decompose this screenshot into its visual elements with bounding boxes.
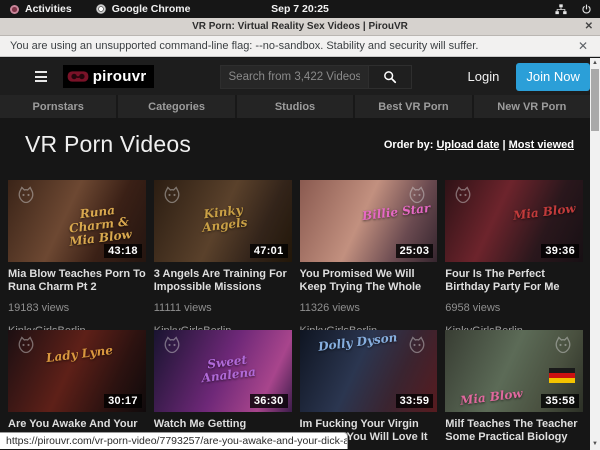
duration-badge: 43:18 [104,244,142,258]
login-link[interactable]: Login [468,69,500,84]
studio-cat-watermark-icon [162,185,182,205]
duration-badge: 36:30 [250,394,288,408]
nav-item-new-vr[interactable]: New VR Porn [474,95,590,118]
order-by-separator: | [499,139,508,151]
video-title[interactable]: 3 Angels Are Training For Impossible Mis… [154,268,292,295]
video-title[interactable]: Milf Teaches The Teacher Some Practical … [445,418,583,445]
video-thumbnail[interactable]: Mia Blow 39:36 [445,180,583,262]
thumbnail-overlay-title: Lady Lyne [45,344,113,365]
video-title[interactable]: Four Is The Perfect Birthday Party For M… [445,268,583,295]
thumbnail-overlay-title: Runa Charm & Mia Blow [57,201,141,249]
order-by-label: Order by: [384,139,434,151]
close-icon[interactable]: ✕ [585,21,593,32]
vr-goggles-icon [67,70,89,83]
scroll-up-icon[interactable] [590,58,600,68]
system-top-bar: Activities Google Chrome Sep 7 20:25 [0,0,600,18]
chrome-icon [96,4,106,14]
thumbnail-overlay-title: Mia Blow [513,202,577,223]
studio-cat-watermark-icon [553,335,573,355]
duration-badge: 47:01 [250,244,288,258]
studio-cat-watermark-icon [16,185,36,205]
page-viewport: pirouvr Login Join Now Pornstars Categor… [0,58,590,450]
join-now-button[interactable]: Join Now [516,63,590,91]
duration-badge: 39:36 [541,244,579,258]
thumbnail-overlay-title: Sweet Analena [186,351,269,387]
video-views: 6958 views [445,302,583,314]
thumbnail-overlay-title: Mia Blow [460,387,524,408]
site-header: pirouvr Login Join Now [0,58,590,95]
thumbnail-overlay-title: Kinky Angels [182,201,265,237]
studio-cat-watermark-icon [16,335,36,355]
video-views: 19183 views [8,302,146,314]
video-title[interactable]: You Promised We Will Keep Trying The Who… [300,268,438,295]
nav-item-pornstars[interactable]: Pornstars [0,95,116,118]
status-url-tooltip: https://pirouvr.com/vr-porn-video/779325… [0,432,348,449]
network-tree-icon[interactable] [555,4,567,15]
duration-badge: 25:03 [396,244,434,258]
duration-badge: 30:17 [104,394,142,408]
hamburger-menu-icon[interactable] [35,71,47,82]
nav-item-studios[interactable]: Studios [237,95,353,118]
video-grid: Runa Charm & Mia Blow 43:18 Mia Blow Tea… [0,170,590,450]
system-clock[interactable]: Sep 7 20:25 [271,3,329,15]
thumbnail-overlay-title: Dolly Dyson [317,331,398,354]
video-card[interactable]: Mia Blow 39:36 Four Is The Perfect Birth… [445,180,583,330]
video-card[interactable]: Runa Charm & Mia Blow 43:18 Mia Blow Tea… [8,180,146,330]
order-by-upload-date[interactable]: Upload date [436,139,499,151]
video-views: 11111 views [154,302,292,314]
unsupported-flag-infobar: You are using an unsupported command-lin… [0,36,600,57]
order-by: Order by: Upload date | Most viewed [384,139,574,151]
video-thumbnail[interactable]: Runa Charm & Mia Blow 43:18 [8,180,146,262]
studio-cat-watermark-icon [453,185,473,205]
activities-button[interactable]: Activities [25,3,72,15]
video-card[interactable]: Mia Blow 35:58 Milf Teaches The Teacher … [445,330,583,450]
nav-item-best-vr[interactable]: Best VR Porn [355,95,471,118]
video-views: 11326 views [300,302,438,314]
video-thumbnail[interactable]: Dolly Dyson 33:59 [300,330,438,412]
search-input[interactable] [220,65,368,89]
video-thumbnail[interactable]: Mia Blow 35:58 [445,330,583,412]
active-app-menu[interactable]: Google Chrome [112,3,191,15]
german-flag-icon [549,368,575,383]
page-title: VR Porn Videos [25,131,191,158]
studio-cat-watermark-icon [162,335,182,355]
page-head: VR Porn Videos Order by: Upload date | M… [0,118,590,170]
infobar-message: You are using an unsupported command-lin… [10,40,478,52]
browser-title-bar[interactable]: VR Porn: Virtual Reality Sex Videos | Pi… [0,18,600,36]
main-nav: Pornstars Categories Studios Best VR Por… [0,95,590,118]
video-card[interactable]: Billie Star 25:03 You Promised We Will K… [300,180,438,330]
video-thumbnail[interactable]: Sweet Analena 36:30 [154,330,292,412]
video-thumbnail[interactable]: Billie Star 25:03 [300,180,438,262]
power-icon[interactable] [581,4,592,15]
duration-badge: 35:58 [541,394,579,408]
nav-item-categories[interactable]: Categories [118,95,234,118]
browser-scrollbar[interactable] [590,58,600,450]
window-title: VR Porn: Virtual Reality Sex Videos | Pi… [192,21,408,32]
studio-cat-watermark-icon [407,335,427,355]
order-by-most-viewed[interactable]: Most viewed [509,139,574,151]
video-thumbnail[interactable]: Lady Lyne 30:17 [8,330,146,412]
infobar-close-icon[interactable]: ✕ [578,39,588,53]
search-bar [220,65,412,89]
video-card[interactable]: Kinky Angels 47:01 3 Angels Are Training… [154,180,292,330]
logo-text: pirouvr [93,68,147,85]
thumbnail-overlay-title: Billie Star [361,202,431,223]
duration-badge: 33:59 [396,394,434,408]
video-title[interactable]: Mia Blow Teaches Porn To Runa Charm Pt 2 [8,268,146,295]
search-icon [383,70,397,84]
activities-indicator-icon [10,5,19,14]
video-thumbnail[interactable]: Kinky Angels 47:01 [154,180,292,262]
search-button[interactable] [368,65,412,89]
scrollbar-thumb[interactable] [591,69,599,131]
site-logo[interactable]: pirouvr [63,65,154,88]
